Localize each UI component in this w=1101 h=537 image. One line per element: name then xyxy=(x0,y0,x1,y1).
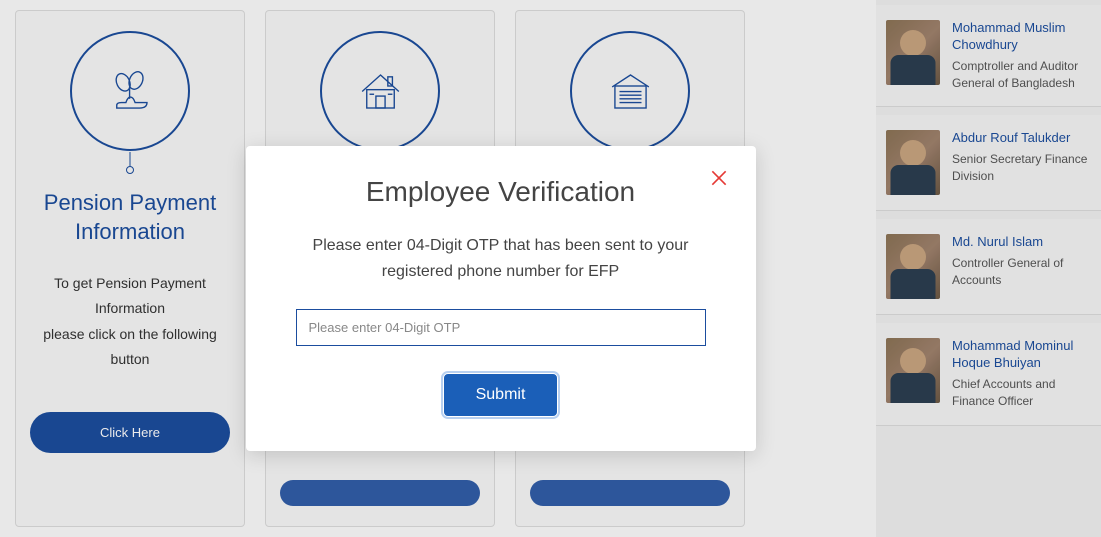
garage-icon xyxy=(603,64,658,119)
click-here-button-2[interactable] xyxy=(280,480,480,506)
click-here-button[interactable]: Click Here xyxy=(30,412,230,453)
pension-icon-circle xyxy=(70,31,190,151)
house-icon-circle xyxy=(320,31,440,151)
connector xyxy=(126,166,134,174)
avatar xyxy=(886,234,940,299)
person-card[interactable]: Mohammad Muslim Chowdhury Comptroller an… xyxy=(876,5,1101,107)
otp-input[interactable] xyxy=(296,309,706,346)
card-title: Pension Payment Information xyxy=(31,189,229,246)
verification-modal: Employee Verification Please enter 04-Di… xyxy=(246,146,756,451)
modal-text: Please enter 04-Digit OTP that has been … xyxy=(296,233,706,284)
modal-title: Employee Verification xyxy=(296,176,706,208)
avatar xyxy=(886,130,940,195)
click-here-button-3[interactable] xyxy=(530,480,730,506)
person-title: Comptroller and Auditor General of Bangl… xyxy=(952,58,1091,92)
person-title: Chief Accounts and Finance Officer xyxy=(952,376,1091,410)
pension-card: Pension Payment Information To get Pensi… xyxy=(15,10,245,527)
person-card[interactable]: Md. Nurul Islam Controller General of Ac… xyxy=(876,219,1101,315)
close-icon[interactable] xyxy=(707,166,731,190)
person-card[interactable]: Mohammad Mominul Hoque Bhuiyan Chief Acc… xyxy=(876,323,1101,425)
person-title: Controller General of Accounts xyxy=(952,255,1091,289)
person-name: Mohammad Mominul Hoque Bhuiyan xyxy=(952,338,1091,372)
submit-button[interactable]: Submit xyxy=(444,374,558,416)
person-name: Md. Nurul Islam xyxy=(952,234,1091,251)
sidebar: Mohammad Muslim Chowdhury Comptroller an… xyxy=(876,0,1101,537)
person-name: Abdur Rouf Talukder xyxy=(952,130,1091,147)
house-icon xyxy=(353,64,408,119)
garage-icon-circle xyxy=(570,31,690,151)
person-title: Senior Secretary Finance Division xyxy=(952,151,1091,185)
avatar xyxy=(886,20,940,85)
card-description: To get Pension Payment Information pleas… xyxy=(31,271,229,372)
avatar xyxy=(886,338,940,403)
plant-hand-icon xyxy=(103,64,158,119)
person-name: Mohammad Muslim Chowdhury xyxy=(952,20,1091,54)
person-card[interactable]: Abdur Rouf Talukder Senior Secretary Fin… xyxy=(876,115,1101,211)
